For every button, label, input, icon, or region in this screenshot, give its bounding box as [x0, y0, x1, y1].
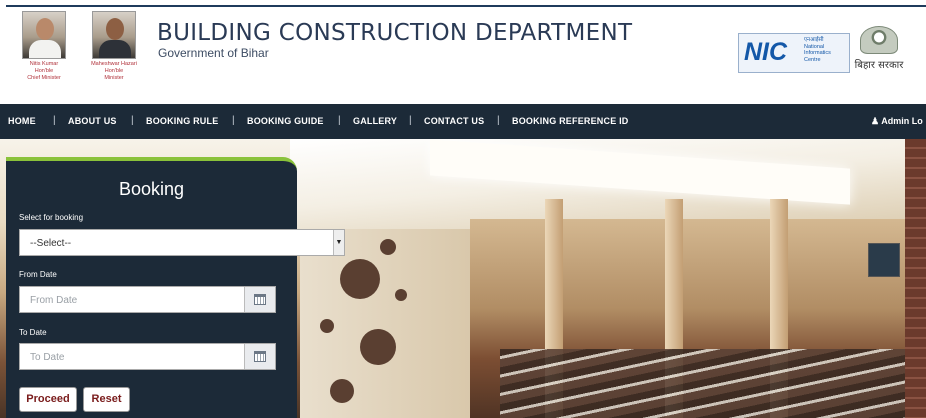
select-label: Select for booking — [19, 213, 84, 222]
decor-circle — [395, 289, 407, 301]
chief-minister-position: Chief Minister — [27, 75, 61, 81]
nic-logo-text: NIC — [744, 38, 788, 66]
banner-decor-wall — [300, 229, 470, 418]
nav-separator: | — [232, 115, 235, 126]
calendar-icon — [254, 294, 266, 305]
chief-minister-profile: Nitis Kumar Hon'ble Chief Minister — [13, 11, 75, 82]
proceed-button[interactable]: Proceed — [19, 387, 77, 412]
main-navigation: HOME | ABOUT US | BOOKING RULE | BOOKING… — [0, 104, 926, 139]
nav-separator: | — [409, 115, 412, 126]
decor-circle — [330, 379, 354, 403]
minister-profile: Maheshwar Hazari Hon'ble Minister — [83, 11, 145, 82]
bihar-sarkar-text: बिहार सरकार — [854, 60, 904, 71]
site-header: Nitis Kumar Hon'ble Chief Minister Mahes… — [0, 7, 926, 104]
page-subtitle: Government of Bihar — [158, 46, 269, 60]
to-date-input[interactable]: To Date — [19, 343, 276, 370]
from-date-label: From Date — [19, 270, 57, 279]
minister-role: Hon'ble — [104, 68, 124, 74]
nav-about-us[interactable]: ABOUT US — [68, 116, 117, 126]
to-date-calendar-button[interactable] — [244, 344, 275, 369]
admin-login-link[interactable]: ♟ Admin Lo — [871, 116, 923, 127]
minister-photo — [92, 11, 136, 59]
banner-wall-screen — [868, 243, 900, 277]
minister-position: Minister — [104, 75, 124, 81]
nav-separator: | — [131, 115, 134, 126]
chief-minister-photo — [22, 11, 66, 59]
booking-select-value: --Select-- — [30, 238, 72, 249]
top-border — [0, 0, 926, 7]
decor-circle — [360, 329, 396, 365]
nav-separator: | — [338, 115, 341, 126]
to-date-placeholder: To Date — [30, 352, 65, 363]
nav-booking-guide[interactable]: BOOKING GUIDE — [247, 116, 324, 126]
chevron-down-icon[interactable]: ▼ — [333, 230, 344, 255]
booking-panel: Booking Select for booking --Select-- ▼ … — [6, 157, 345, 418]
minister-name: Maheshwar Hazari — [91, 61, 137, 67]
from-date-input[interactable]: From Date — [19, 286, 276, 313]
nav-booking-rule[interactable]: BOOKING RULE — [146, 116, 218, 126]
nav-separator: | — [53, 115, 56, 126]
page-title: BUILDING CONSTRUCTION DEPARTMENT — [157, 20, 633, 46]
user-icon: ♟ — [871, 116, 880, 126]
reset-button[interactable]: Reset — [83, 387, 130, 412]
nic-line-3: Centre — [804, 56, 821, 63]
booking-heading: Booking — [118, 179, 185, 199]
nav-booking-reference-id[interactable]: BOOKING REFERENCE ID — [512, 116, 629, 126]
calendar-icon — [254, 351, 266, 362]
booking-select[interactable]: --Select-- ▼ — [19, 229, 345, 256]
nav-gallery[interactable]: GALLERY — [353, 116, 397, 126]
chief-minister-role: Hon'ble — [34, 68, 54, 74]
nav-home[interactable]: HOME — [8, 116, 36, 126]
decor-circle — [380, 239, 396, 255]
admin-login-label: Admin Lo — [881, 116, 923, 126]
from-date-placeholder: From Date — [30, 295, 78, 306]
nav-contact-us[interactable]: CONTACT US — [424, 116, 484, 126]
decor-circle — [320, 319, 334, 333]
nav-separator: | — [497, 115, 500, 126]
banner-seating — [500, 349, 910, 418]
to-date-label: To Date — [19, 328, 47, 337]
nic-logo: NIC एनआईसी National Informatics Centre — [738, 33, 850, 73]
decor-circle — [340, 259, 380, 299]
banner-brick-wall — [905, 139, 926, 418]
bihar-emblem: बिहार सरकार — [852, 26, 906, 72]
chief-minister-name: Nitis Kumar — [29, 61, 59, 67]
from-date-calendar-button[interactable] — [244, 287, 275, 312]
bodhi-tree-icon — [860, 26, 898, 54]
